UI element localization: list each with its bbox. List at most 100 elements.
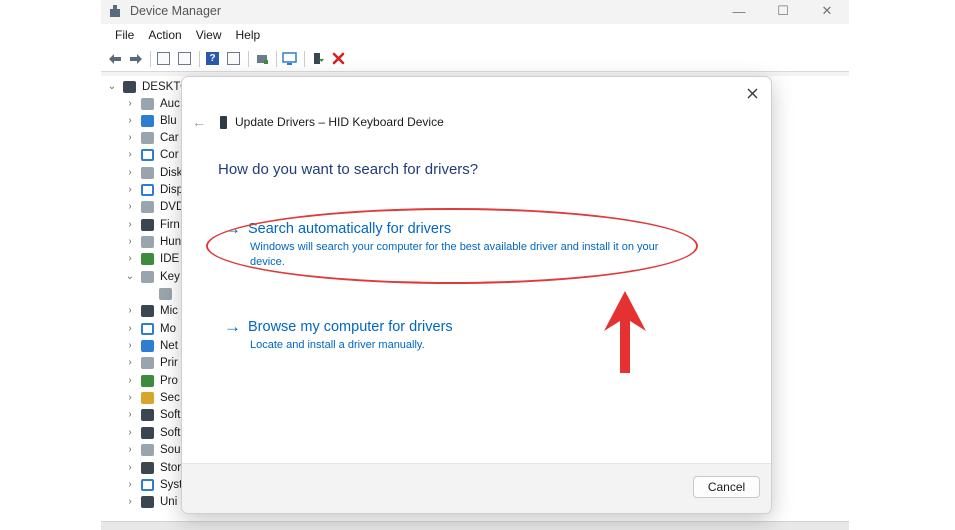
tree-item[interactable]: › Blu	[125, 112, 177, 129]
tree-item-label: Hun	[160, 235, 182, 248]
browse-computer-title[interactable]: Browse my computer for drivers	[248, 319, 453, 335]
chevron-right-icon[interactable]: ›	[125, 375, 135, 386]
back-icon[interactable]	[105, 50, 124, 68]
tree-item[interactable]: › Disp	[125, 181, 183, 198]
tree-item[interactable]: › Soft	[125, 406, 180, 423]
menu-action[interactable]: Action	[141, 25, 188, 45]
display-adapter-icon	[141, 183, 154, 196]
network-adapter-icon	[141, 339, 154, 352]
tree-item[interactable]: › Cor	[125, 146, 179, 163]
tree-item-label: Pro	[160, 374, 178, 387]
monitor-icon	[141, 322, 154, 335]
chevron-right-icon[interactable]: ›	[125, 253, 135, 264]
show-hide-console-tree-icon[interactable]	[154, 50, 173, 68]
keyboard-device-icon	[220, 115, 227, 129]
tree-item-child[interactable]	[159, 285, 178, 302]
sound-icon	[141, 443, 154, 456]
close-icon	[747, 88, 757, 98]
tree-item[interactable]: › Sec	[125, 389, 180, 406]
uninstall-device-icon[interactable]	[329, 50, 348, 68]
human-interface-device-icon	[141, 235, 154, 248]
chevron-right-icon[interactable]: ›	[125, 444, 135, 455]
chevron-right-icon[interactable]: ›	[125, 479, 135, 490]
window-title: Device Manager	[130, 4, 222, 18]
chevron-right-icon[interactable]: ›	[125, 305, 135, 316]
tree-item[interactable]: › DVD	[125, 198, 184, 215]
chevron-right-icon[interactable]: ›	[125, 392, 135, 403]
tree-item[interactable]: › Pro	[125, 372, 178, 389]
processor-icon	[141, 374, 154, 387]
chevron-right-icon[interactable]: ›	[125, 98, 135, 109]
firmware-icon	[141, 218, 154, 231]
device-manager-icon	[108, 4, 122, 18]
chevron-right-icon[interactable]: ›	[125, 340, 135, 351]
toolbar-separator	[248, 50, 249, 67]
toolbar-separator	[276, 50, 277, 67]
chevron-right-icon[interactable]: ›	[125, 149, 135, 160]
menu-view[interactable]: View	[189, 25, 229, 45]
chevron-right-icon[interactable]: ›	[125, 496, 135, 507]
maximize-button[interactable]: ☐	[761, 0, 805, 22]
tree-item[interactable]: › Mic	[125, 302, 178, 319]
tree-item[interactable]: ⌄ Key	[125, 268, 180, 285]
update-driver-icon[interactable]	[252, 50, 271, 68]
scan-hardware-icon[interactable]	[280, 50, 299, 68]
software-component-icon	[141, 408, 154, 421]
ide-controller-icon	[141, 252, 154, 265]
chevron-down-icon[interactable]: ⌄	[125, 271, 135, 282]
tree-item-label: Blu	[160, 114, 177, 127]
chevron-right-icon[interactable]: ›	[125, 184, 135, 195]
action-pane-icon[interactable]	[224, 50, 243, 68]
dialog-close-button[interactable]	[741, 82, 763, 104]
cancel-button[interactable]: Cancel	[693, 476, 760, 498]
tree-item[interactable]: › Sou	[125, 441, 180, 458]
toolbar-separator	[199, 50, 200, 67]
chevron-right-icon[interactable]: ›	[125, 462, 135, 473]
chevron-right-icon[interactable]: ›	[125, 236, 135, 247]
chevron-down-icon[interactable]: ⌄	[107, 81, 117, 92]
chevron-right-icon[interactable]: ›	[125, 167, 135, 178]
tree-item[interactable]: › Soft	[125, 424, 180, 441]
menu-help[interactable]: Help	[229, 25, 268, 45]
bluetooth-icon	[141, 114, 154, 127]
tree-item[interactable]: › Stor	[125, 459, 181, 476]
tree-item[interactable]: › Uni	[125, 493, 177, 510]
chevron-right-icon[interactable]: ›	[125, 201, 135, 212]
toolbar: ?	[101, 46, 849, 72]
tree-item[interactable]: › Net	[125, 337, 178, 354]
tree-item[interactable]: › IDE	[125, 250, 179, 267]
tree-item[interactable]: › Syst	[125, 476, 182, 493]
tree-item[interactable]: › Disk	[125, 164, 182, 181]
menu-file[interactable]: File	[108, 25, 141, 45]
help-icon[interactable]: ?	[203, 50, 222, 68]
chevron-right-icon[interactable]: ›	[125, 132, 135, 143]
tree-root[interactable]: ⌄ DESKTO	[107, 78, 189, 95]
close-button[interactable]: ✕	[805, 0, 849, 22]
chevron-right-icon[interactable]: ›	[125, 357, 135, 368]
forward-icon[interactable]	[126, 50, 145, 68]
minimize-button[interactable]: —	[717, 0, 761, 22]
tree-item-label: IDE	[160, 252, 180, 265]
chevron-right-icon[interactable]: ›	[125, 323, 135, 334]
tree-item-label: Net	[160, 339, 178, 352]
chevron-right-icon[interactable]: ›	[125, 427, 135, 438]
tree-item[interactable]: › Hun	[125, 233, 181, 250]
tree-item-label: Key	[160, 270, 180, 283]
back-arrow-icon[interactable]: ←	[190, 114, 208, 130]
keyboard-icon	[141, 270, 154, 283]
chevron-right-icon[interactable]: ›	[125, 219, 135, 230]
tree-item[interactable]: › Prir	[125, 354, 178, 371]
properties-icon[interactable]	[175, 50, 194, 68]
system-device-icon	[141, 478, 154, 491]
tree-item[interactable]: › Car	[125, 129, 179, 146]
enable-device-icon[interactable]	[308, 50, 327, 68]
tree-item-label: Firn	[160, 218, 180, 231]
tree-item-label: Soft	[160, 408, 181, 421]
chevron-right-icon[interactable]: ›	[125, 115, 135, 126]
tree-item[interactable]: › Auc	[125, 95, 180, 112]
audio-icon	[141, 97, 154, 110]
tree-item[interactable]: › Firn	[125, 216, 180, 233]
chevron-right-icon[interactable]: ›	[125, 409, 135, 420]
tree-item[interactable]: › Mo	[125, 320, 176, 337]
window-controls: — ☐ ✕	[717, 0, 849, 22]
